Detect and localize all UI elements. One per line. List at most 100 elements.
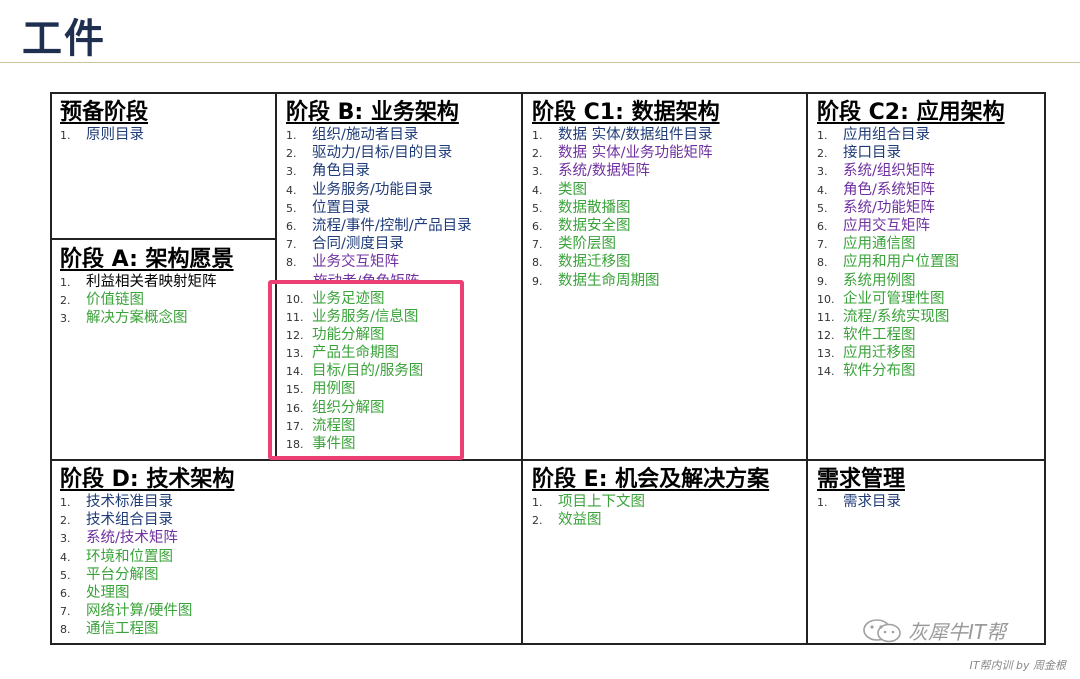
list-item-number: 1. (286, 129, 297, 142)
list-item: 1. 需求目录 (817, 493, 905, 511)
list-item-number: 14. (817, 365, 835, 379)
list-item: 1. 利益相关者映射矩阵 (60, 273, 234, 291)
list-item-label: 平台分解图 (86, 566, 159, 583)
list-item: 3. 角色目录 (286, 162, 472, 180)
cell-phase-e: 阶段 E: 机会及解决方案 1. 项目上下文图 2. 效益图 (532, 467, 769, 529)
list-item-label: 系统/组织矩阵 (843, 163, 935, 180)
list-item-number: 13. (817, 347, 835, 361)
list-item-number: 1. (817, 496, 828, 509)
list-item: 2. 接口目录 (817, 144, 1005, 162)
list-item-label: 流程/事件/控制/产品目录 (312, 217, 472, 234)
list-item-number: 5. (532, 201, 543, 215)
list-item-number: 5. (60, 568, 71, 582)
cell-phase-c2: 阶段 C2: 应用架构 1. 应用组合目录 2. 接口目录 3. 系统/组织矩阵 4. 角色/… (817, 100, 1005, 381)
list-item: 4. 类图 (532, 181, 720, 199)
cell-title: 阶段 E: 机会及解决方案 (532, 467, 770, 492)
list-item-number: 6. (60, 586, 71, 600)
cell-preliminary: 预备阶段 1. 原则目录 (60, 100, 148, 144)
list-item-label: 应用迁移图 (843, 345, 916, 362)
list-item-number: 5. (286, 201, 297, 215)
list-item-number: 9. (532, 274, 543, 288)
list-item-label: 企业可管理性图 (843, 290, 945, 307)
footer-credit: IT帮内训 by 周金根 (969, 659, 1066, 672)
list-item-label: 接口目录 (843, 145, 901, 162)
list-item-number: 2. (532, 514, 543, 528)
list-item-label: 环境和位置图 (86, 548, 173, 565)
list-item: 14. 软件分布图 (817, 362, 1005, 380)
list-item-number: 2. (532, 147, 543, 161)
cell-title: 阶段 C1: 数据架构 (532, 100, 720, 125)
list-item: 6. 处理图 (60, 584, 234, 602)
list-item-label: 处理图 (86, 584, 130, 601)
list-item-label: 项目上下文图 (558, 494, 645, 510)
list-item-number: 1. (60, 276, 71, 289)
list-item-number: 4. (286, 183, 297, 197)
list-item-label: 角色目录 (312, 163, 370, 180)
cell-title: 阶段 A: 架构愿景 (60, 247, 234, 272)
list-item: 2. 效益图 (532, 511, 769, 529)
list-item-number: 7. (60, 605, 71, 619)
list-item-label: 网络计算/硬件图 (86, 603, 193, 620)
list-item-number: 6. (286, 219, 297, 233)
artifact-list: 1. 需求目录 (817, 493, 905, 511)
list-item: 6. 数据安全图 (532, 217, 720, 235)
list-item-number: 12. (817, 329, 835, 343)
list-item-number: 3. (532, 165, 543, 179)
list-item: 10. 企业可管理性图 (817, 290, 1005, 308)
list-item: 12. 软件工程图 (817, 326, 1005, 344)
list-item-label: 合同/测度目录 (312, 236, 404, 253)
list-item-number: 1. (532, 129, 543, 142)
list-item-number: 3. (60, 312, 71, 326)
list-item: 2. 价值链图 (60, 291, 234, 309)
list-item-number: 2. (286, 147, 297, 161)
list-item: 2. 技术组合目录 (60, 511, 234, 529)
list-item-label: 需求目录 (843, 494, 901, 510)
cell-phase-c1: 阶段 C1: 数据架构 1. 数据 实体/数据组件目录 2. 数据 实体/业务功能矩阵… (532, 100, 720, 290)
list-item: 1. 项目上下文图 (532, 493, 769, 511)
list-item-label: 应用组合目录 (843, 127, 930, 143)
list-item: 1. 数据 实体/数据组件目录 (532, 126, 720, 144)
list-item-label: 角色/系统矩阵 (843, 181, 935, 198)
list-item-label: 类图 (558, 181, 587, 198)
list-item: 6. 流程/事件/控制/产品目录 (286, 217, 472, 235)
list-item-label: 类阶层图 (558, 236, 616, 253)
list-item-label: 数据迁移图 (558, 254, 631, 271)
list-item-number: 10. (817, 292, 835, 306)
list-item: 5. 平台分解图 (60, 566, 234, 584)
list-item-number: 2. (60, 514, 71, 528)
highlight-box (268, 280, 464, 460)
list-item: 4. 业务服务/功能目录 (286, 181, 472, 199)
list-item-label: 流程/系统实现图 (843, 308, 950, 325)
list-item-number: 7. (532, 238, 543, 252)
list-item-label: 驱动力/目标/目的目录 (312, 145, 453, 162)
table-row-divider (50, 459, 1046, 461)
artifact-list: 1. 技术标准目录 2. 技术组合目录 3. 系统/技术矩阵 4. 环境和位置图 5. 平台分解图… (60, 493, 234, 639)
list-item: 2. 数据 实体/业务功能矩阵 (532, 144, 720, 162)
artifact-list: 1. 项目上下文图 2. 效益图 (532, 493, 769, 529)
list-item-label: 原则目录 (86, 127, 144, 143)
list-item: 3. 系统/组织矩阵 (817, 162, 1005, 180)
list-item-label: 解决方案概念图 (86, 310, 188, 327)
cell-phase-d: 阶段 D: 技术架构 1. 技术标准目录 2. 技术组合目录 3. 系统/技术矩阵 4. 环境… (60, 467, 234, 639)
cell-title: 阶段 D: 技术架构 (60, 467, 235, 492)
list-item: 11. 流程/系统实现图 (817, 308, 1005, 326)
list-item-number: 3. (60, 532, 71, 546)
table-border-left (50, 92, 52, 645)
list-item: 9. 数据生命周期图 (532, 272, 720, 290)
list-item-label: 应用通信图 (843, 236, 916, 253)
artifact-list: 1. 原则目录 (60, 126, 148, 144)
list-item: 8. 通信工程图 (60, 620, 234, 638)
list-item-label: 应用交互矩阵 (843, 217, 930, 234)
list-item: 8. 应用和用户位置图 (817, 253, 1005, 271)
artifact-list: 1. 数据 实体/数据组件目录 2. 数据 实体/业务功能矩阵 3. 系统/数据矩阵 4. 类… (532, 126, 720, 290)
wechat-icon (863, 618, 901, 642)
list-item-number: 8. (60, 623, 71, 637)
list-item: 1. 应用组合目录 (817, 126, 1005, 144)
list-item-number: 7. (817, 238, 828, 252)
list-item-label: 软件分布图 (843, 363, 916, 380)
list-item-number: 4. (817, 183, 828, 197)
list-item: 8. 业务交互矩阵 (286, 253, 472, 271)
list-item: 8. 数据迁移图 (532, 253, 720, 271)
list-item: 6. 应用交互矩阵 (817, 217, 1005, 235)
list-item: 4. 环境和位置图 (60, 548, 234, 566)
